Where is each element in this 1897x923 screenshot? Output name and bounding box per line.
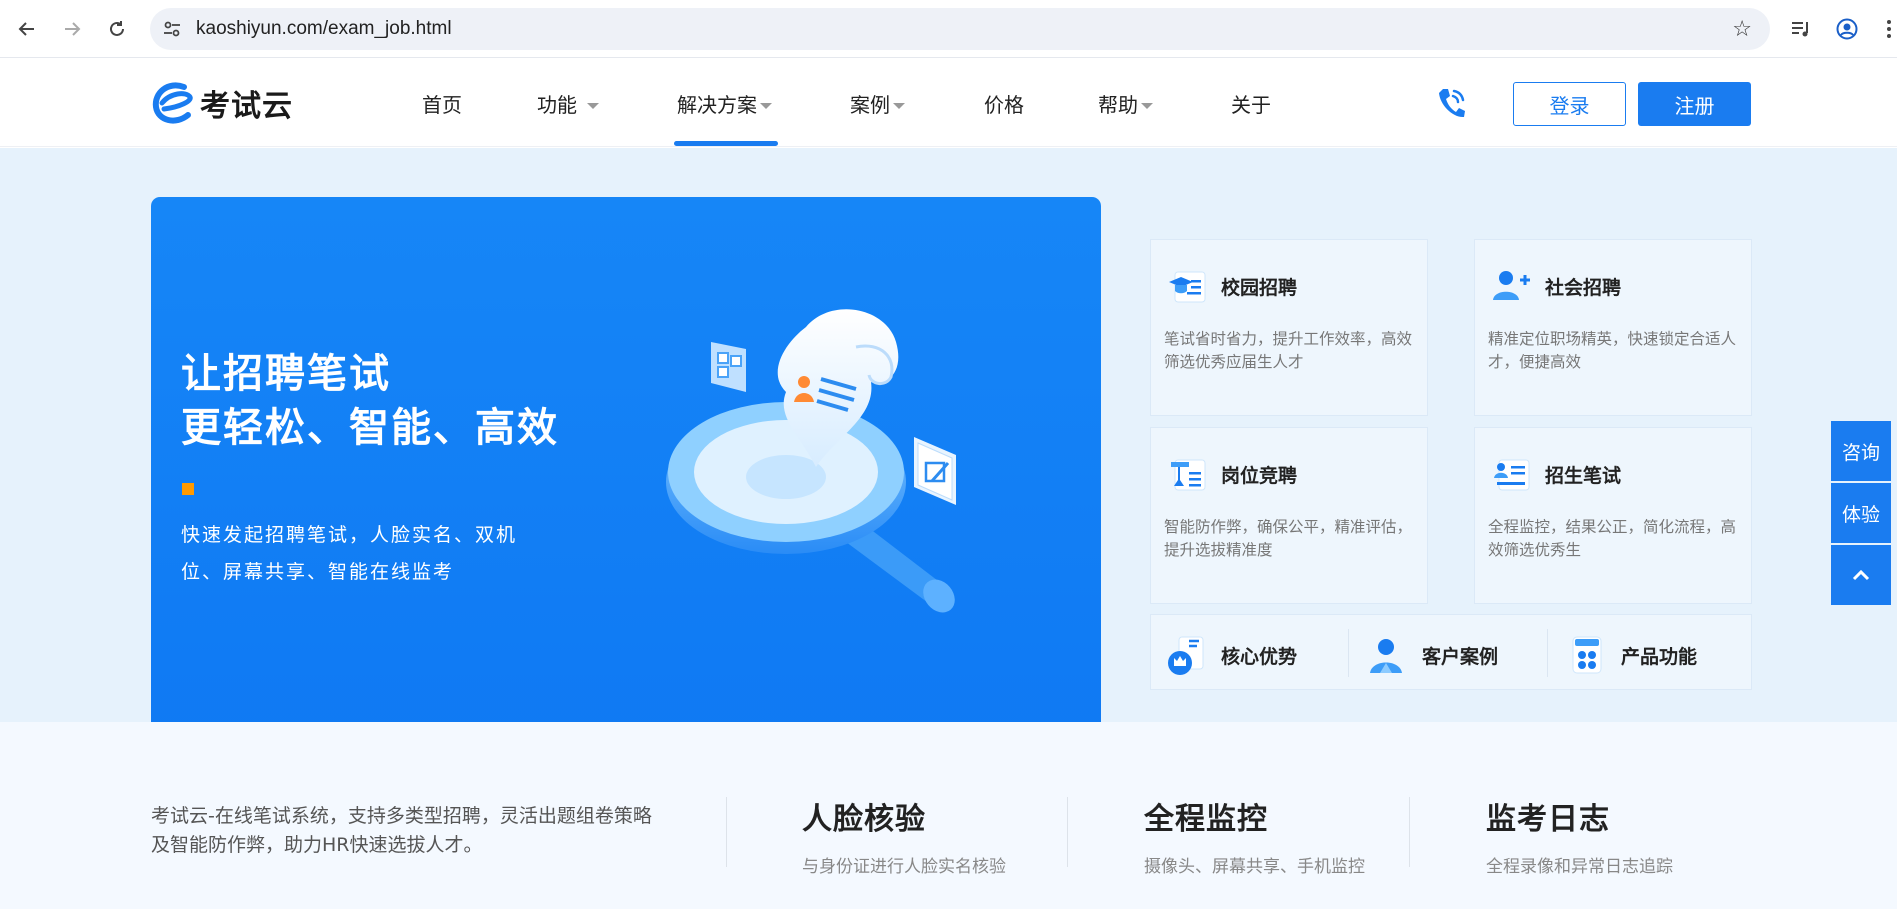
feature-card-post[interactable]: 岗位竞聘 智能防作弊，确保公平，精准评估，提升选拔精准度 bbox=[1150, 427, 1428, 604]
intro-text: 考试云-在线笔试系统，支持多类型招聘，灵活出题组卷策略 及智能防作弊，助力HR快… bbox=[151, 802, 691, 860]
stat-desc: 摄像头、屏幕共享、手机监控 bbox=[1144, 857, 1365, 877]
chevron-down-icon bbox=[760, 102, 772, 109]
advantage-bar: 核心优势 客户案例 产品功能 bbox=[1150, 614, 1752, 690]
chevron-up-icon bbox=[1852, 569, 1870, 581]
feature-title: 岗位竞聘 bbox=[1221, 464, 1298, 487]
stat-desc: 全程录像和异常日志追踪 bbox=[1486, 857, 1673, 877]
hero-banner: 让招聘笔试 更轻松、智能、高效 快速发起招聘笔试，人脸实名、双机 位、屏幕共享、… bbox=[151, 197, 1101, 747]
divider bbox=[1409, 797, 1410, 867]
nav-home[interactable]: 首页 bbox=[422, 89, 462, 118]
hero-accent-dot bbox=[182, 483, 194, 495]
divider bbox=[726, 797, 727, 867]
register-button[interactable]: 注册 bbox=[1638, 82, 1751, 126]
chevron-down-icon bbox=[587, 102, 599, 109]
page-bottom-edge bbox=[0, 909, 1897, 923]
reload-icon[interactable] bbox=[103, 15, 131, 43]
advantage-item-core[interactable]: 核心优势 bbox=[1165, 633, 1297, 677]
stats-section: 考试云-在线笔试系统，支持多类型招聘，灵活出题组卷策略 及智能防作弊，助力HR快… bbox=[0, 722, 1897, 923]
media-icon[interactable] bbox=[1786, 14, 1816, 44]
feature-card-head: 岗位竞聘 bbox=[1165, 452, 1297, 496]
address-bar[interactable]: kaoshiyun.com/exam_job.html ☆ bbox=[150, 8, 1770, 50]
advantage-item-cases[interactable]: 客户案例 bbox=[1366, 633, 1498, 677]
stat-title: 监考日志 bbox=[1486, 802, 1610, 837]
podium-icon bbox=[1171, 459, 1206, 491]
feature-title: 社会招聘 bbox=[1545, 276, 1622, 299]
intro-line1: 考试云-在线笔试系统，支持多类型招聘，灵活出题组卷策略 bbox=[151, 805, 652, 827]
url-text[interactable]: kaoshiyun.com/exam_job.html bbox=[196, 18, 452, 40]
feature-card-head: 校园招聘 bbox=[1165, 264, 1297, 308]
feature-title: 招生笔试 bbox=[1545, 464, 1622, 487]
forward-icon[interactable] bbox=[58, 15, 86, 43]
feature-desc: 智能防作弊，确保公平，精准评估，提升选拔精准度 bbox=[1164, 518, 1413, 559]
site-header: 考试云 首页 功能 解决方案 案例 价格 帮助 关于 登录 注册 bbox=[0, 59, 1897, 147]
advantage-label: 客户案例 bbox=[1422, 645, 1499, 668]
stat-title: 人脸核验 bbox=[802, 802, 926, 837]
advantage-label: 核心优势 bbox=[1221, 645, 1298, 668]
nav-help-label: 帮助 bbox=[1098, 93, 1138, 117]
crown-icon bbox=[1168, 636, 1204, 675]
logo-text: 考试云 bbox=[200, 89, 293, 124]
nav-cases[interactable]: 案例 bbox=[850, 89, 905, 118]
logo[interactable]: 考试云 bbox=[150, 79, 293, 127]
stat-title: 全程监控 bbox=[1144, 802, 1268, 837]
chevron-down-icon bbox=[893, 102, 905, 109]
feature-desc: 精准定位职场精英，快速锁定合适人才，便捷高效 bbox=[1488, 330, 1737, 371]
graduation-cap-icon bbox=[1169, 271, 1206, 303]
divider bbox=[1348, 629, 1349, 677]
nav-help[interactable]: 帮助 bbox=[1098, 89, 1153, 118]
feature-card-social[interactable]: 社会招聘 精准定位职场精英，快速锁定合适人才，便捷高效 bbox=[1474, 239, 1752, 416]
app-grid-icon bbox=[1572, 636, 1602, 674]
nav-about-label: 关于 bbox=[1231, 93, 1271, 117]
nav-features-label: 功能 bbox=[537, 93, 577, 117]
divider bbox=[1547, 629, 1548, 677]
divider bbox=[1067, 797, 1068, 867]
nav-about[interactable]: 关于 bbox=[1231, 89, 1271, 118]
intro-line2: 及智能防作弊，助力HR快速选拔人才。 bbox=[151, 834, 483, 856]
chevron-down-icon bbox=[1141, 102, 1153, 109]
feature-card-admission[interactable]: 招生笔试 全程监控，结果公正，简化流程，高效筛选优秀生 bbox=[1474, 427, 1752, 604]
nav-cases-label: 案例 bbox=[850, 93, 890, 117]
consult-button[interactable]: 咨询 bbox=[1831, 421, 1891, 481]
tune-icon[interactable] bbox=[162, 19, 182, 39]
nav-features[interactable]: 功能 bbox=[537, 89, 599, 118]
feature-card-campus[interactable]: 校园招聘 笔试省时省力，提升工作效率，高效筛选优秀应届生人才 bbox=[1150, 239, 1428, 416]
hero-desc-line2: 位、屏幕共享、智能在线监考 bbox=[181, 561, 455, 583]
nav-home-label: 首页 bbox=[422, 93, 462, 117]
star-icon[interactable]: ☆ bbox=[1732, 17, 1752, 42]
user-case-icon bbox=[1370, 639, 1402, 673]
hero-description: 快速发起招聘笔试，人脸实名、双机 位、屏幕共享、智能在线监考 bbox=[181, 517, 561, 591]
trial-button[interactable]: 体验 bbox=[1831, 483, 1891, 543]
add-user-icon bbox=[1493, 271, 1530, 300]
nav-solutions[interactable]: 解决方案 bbox=[677, 89, 772, 118]
advantage-label: 产品功能 bbox=[1621, 645, 1698, 668]
hero-title: 让招聘笔试 更轻松、智能、高效 bbox=[181, 347, 559, 455]
feature-desc: 笔试省时省力，提升工作效率，高效筛选优秀应届生人才 bbox=[1164, 330, 1413, 371]
feature-title: 校园招聘 bbox=[1221, 276, 1298, 299]
stat-face-verify: 人脸核验 与身份证进行人脸实名核验 bbox=[802, 794, 1006, 877]
stat-monitoring: 全程监控 摄像头、屏幕共享、手机监控 bbox=[1144, 794, 1365, 877]
back-icon[interactable] bbox=[13, 15, 41, 43]
nav-active-indicator bbox=[674, 141, 778, 146]
advantage-item-features[interactable]: 产品功能 bbox=[1565, 633, 1697, 677]
nav-pricing-label: 价格 bbox=[984, 93, 1024, 117]
scroll-top-button[interactable] bbox=[1831, 545, 1891, 605]
profile-icon[interactable] bbox=[1832, 14, 1862, 44]
nav-solutions-label: 解决方案 bbox=[677, 93, 757, 117]
nav-pricing[interactable]: 价格 bbox=[984, 89, 1024, 118]
feature-card-head: 招生笔试 bbox=[1489, 452, 1621, 496]
browser-toolbar: kaoshiyun.com/exam_job.html ☆ bbox=[0, 0, 1897, 58]
stat-proctor-log: 监考日志 全程录像和异常日志追踪 bbox=[1486, 794, 1673, 877]
stat-desc: 与身份证进行人脸实名核验 bbox=[802, 857, 1006, 877]
feature-card-head: 社会招聘 bbox=[1489, 264, 1621, 308]
feature-desc: 全程监控，结果公正，简化流程，高效筛选优秀生 bbox=[1488, 518, 1737, 559]
exam-paper-icon bbox=[1494, 459, 1530, 491]
hero-title-line2: 更轻松、智能、高效 bbox=[181, 405, 559, 451]
hero-title-line1: 让招聘笔试 bbox=[181, 351, 391, 397]
login-button[interactable]: 登录 bbox=[1513, 82, 1626, 126]
menu-dots-icon[interactable] bbox=[1874, 14, 1897, 44]
phone-icon[interactable] bbox=[1435, 85, 1467, 121]
magnifier-resume-illustration bbox=[666, 309, 956, 613]
hero-desc-line1: 快速发起招聘笔试，人脸实名、双机 bbox=[181, 524, 518, 546]
logo-e-icon bbox=[152, 82, 193, 124]
